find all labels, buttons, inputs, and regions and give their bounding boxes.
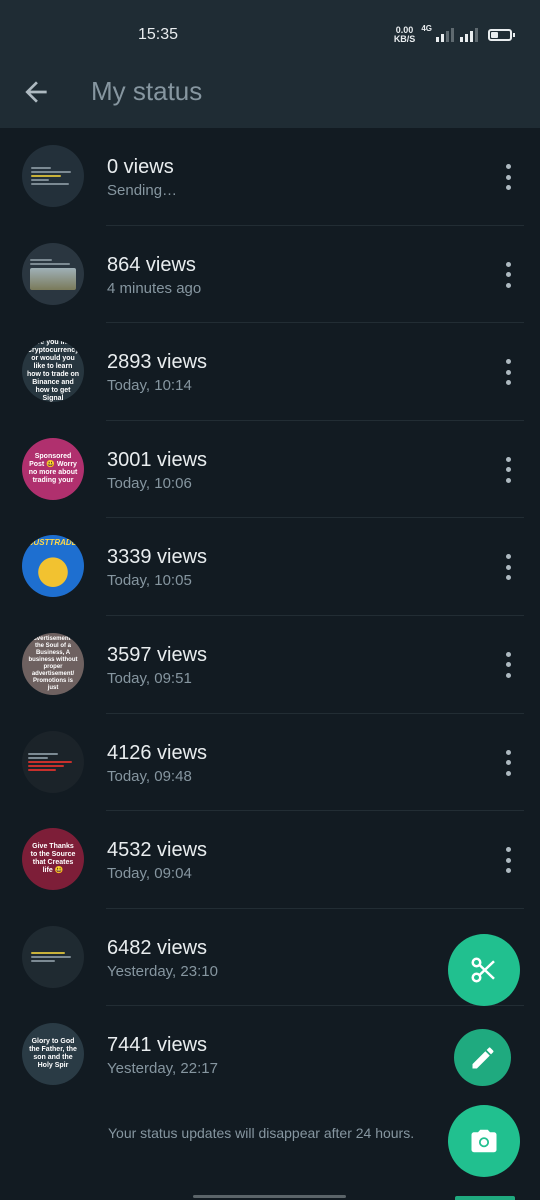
status-time: Today, 10:14 <box>107 377 192 395</box>
arrow-left-icon <box>25 81 47 103</box>
dots-vertical-icon <box>505 261 511 267</box>
status-time: Yesterday, 23:10 <box>107 962 218 980</box>
dots-vertical-icon <box>505 749 511 755</box>
status-time: Today, 10:06 <box>107 474 192 492</box>
view-count: 3597 views <box>107 643 208 666</box>
status-thumbnail <box>22 730 84 793</box>
text-status-button[interactable] <box>454 1029 511 1086</box>
view-count: 0 views <box>107 156 174 178</box>
status-item[interactable]: Give Thanks to the Source that Creates l… <box>0 811 540 909</box>
signal-icon <box>436 28 454 42</box>
dots-vertical-icon <box>505 847 511 853</box>
system-status-bar: 15:35 0.00 KB/S 4G <box>0 0 540 62</box>
view-count: 6482 views <box>107 936 208 959</box>
status-item[interactable]: Are you into Cryptocurrency or would you… <box>0 323 540 421</box>
status-thumbnail: JUSTTRADE <box>22 535 84 598</box>
more-options-button[interactable] <box>500 554 516 581</box>
thumbnail-text: Advertisement is the Soul of a Business,… <box>28 635 78 691</box>
thumbnail-text: Sponsored Post 😃 Worry no more about tra… <box>28 452 78 484</box>
network-type: 4G <box>421 24 432 33</box>
page-title: My status <box>91 76 203 106</box>
more-options-button[interactable] <box>500 261 516 288</box>
thumbnail-preview <box>28 751 78 773</box>
more-options-button[interactable] <box>500 749 516 776</box>
status-time: Today, 10:05 <box>107 572 192 590</box>
status-thumbnail <box>22 925 84 988</box>
camera-icon <box>471 1129 497 1153</box>
cut-status-button[interactable] <box>448 934 520 1006</box>
scissors-icon <box>471 957 495 983</box>
status-thumbnail: Advertisement is the Soul of a Business,… <box>22 632 84 695</box>
view-count: 3001 views <box>107 448 208 471</box>
clock: 15:35 <box>138 26 179 43</box>
more-options-button[interactable] <box>500 164 516 190</box>
status-thumbnail: Are you into Cryptocurrency or would you… <box>22 340 84 403</box>
status-time: 4 minutes ago <box>107 279 202 297</box>
status-time: Yesterday, 22:17 <box>107 1060 218 1078</box>
thumbnail-text: Give Thanks to the Source that Creates l… <box>30 843 76 875</box>
thumbnail-preview <box>31 165 75 187</box>
status-thumbnail: Give Thanks to the Source that Creates l… <box>22 828 84 891</box>
status-icons: 0.00 KB/S 4G <box>394 24 515 44</box>
thumbnail-text: Glory to God the Father, the son and the… <box>29 1038 77 1070</box>
fab-shadow-edge <box>455 1196 515 1200</box>
back-button[interactable] <box>20 76 52 108</box>
view-count: 4532 views <box>107 839 208 862</box>
status-time: Sending… <box>107 182 178 199</box>
network-speed-unit: KB/S <box>393 34 416 44</box>
dots-vertical-icon <box>505 651 511 657</box>
view-count: 4126 views <box>107 741 208 764</box>
gesture-bar[interactable] <box>193 1195 346 1198</box>
thumbnail-preview <box>31 950 75 964</box>
status-time: Today, 09:04 <box>107 865 192 883</box>
status-item[interactable]: Advertisement is the Soul of a Business,… <box>0 616 540 714</box>
dots-vertical-icon <box>505 359 511 365</box>
status-item[interactable]: JUSTTRADE 3339 views Today, 10:05 <box>0 518 540 616</box>
status-thumbnail <box>22 145 84 207</box>
dots-vertical-icon <box>505 554 511 560</box>
more-options-button[interactable] <box>500 651 516 678</box>
battery-icon <box>488 29 515 41</box>
app-bar: My status <box>0 62 540 128</box>
pencil-icon <box>472 1046 493 1068</box>
status-thumbnail: Sponsored Post 😃 Worry no more about tra… <box>22 437 84 500</box>
status-time: Today, 09:48 <box>107 767 192 785</box>
status-item[interactable]: 864 views 4 minutes ago <box>0 226 540 324</box>
view-count: 3339 views <box>107 546 208 569</box>
status-item[interactable]: Sponsored Post 😃 Worry no more about tra… <box>0 421 540 519</box>
status-item[interactable]: 0 views Sending… <box>0 128 540 226</box>
more-options-button[interactable] <box>500 456 516 483</box>
status-expiry-note: Your status updates will disappear after… <box>108 1125 415 1141</box>
status-thumbnail: Glory to God the Father, the son and the… <box>22 1023 84 1086</box>
status-item[interactable]: 4126 views Today, 09:48 <box>0 714 540 812</box>
signal-icon-2 <box>460 28 478 42</box>
view-count: 864 views <box>107 253 196 276</box>
more-options-button[interactable] <box>500 847 516 874</box>
dots-vertical-icon <box>505 164 511 169</box>
thumbnail-text: Are you into Cryptocurrency or would you… <box>26 340 80 403</box>
thumbnail-preview <box>30 257 76 291</box>
camera-status-button[interactable] <box>448 1105 520 1177</box>
dots-vertical-icon <box>505 456 511 462</box>
view-count: 7441 views <box>107 1034 208 1057</box>
status-time: Today, 09:51 <box>107 669 192 687</box>
thumbnail-text: JUSTTRADE <box>28 538 77 548</box>
view-count: 2893 views <box>107 351 208 374</box>
status-thumbnail <box>22 242 84 305</box>
more-options-button[interactable] <box>500 359 516 386</box>
network-speed: 0.00 KB/S <box>394 26 416 44</box>
